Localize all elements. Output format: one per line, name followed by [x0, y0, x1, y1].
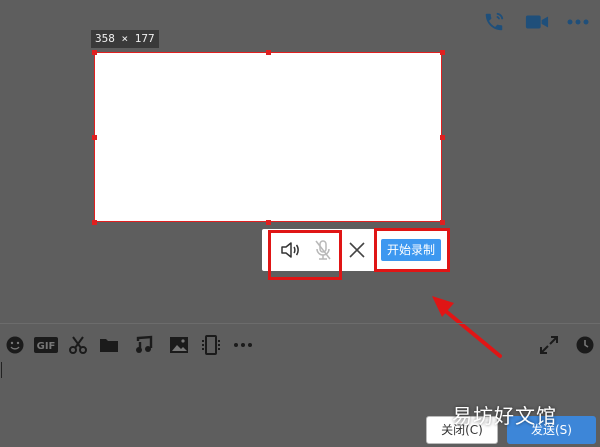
- music-note-icon[interactable]: [133, 334, 155, 356]
- video-camera-icon[interactable]: [524, 10, 550, 34]
- resize-handle[interactable]: [266, 50, 271, 55]
- gif-icon[interactable]: GIF: [34, 334, 58, 356]
- expand-icon[interactable]: [538, 334, 560, 356]
- watermark: 易坊好文馆: [452, 404, 557, 428]
- red-arrow-annotation: [432, 296, 502, 358]
- emoji-icon[interactable]: [4, 334, 26, 356]
- capture-region[interactable]: [94, 52, 442, 222]
- image-icon[interactable]: [168, 334, 190, 356]
- folder-icon[interactable]: [98, 334, 120, 356]
- resize-handle[interactable]: [440, 135, 445, 140]
- resize-handle[interactable]: [92, 50, 97, 55]
- resize-handle[interactable]: [440, 50, 445, 55]
- svg-text:GIF: GIF: [37, 341, 56, 352]
- capture-size-label: 358 × 177: [91, 30, 159, 48]
- resize-handle[interactable]: [92, 220, 97, 225]
- resize-handle[interactable]: [266, 220, 271, 225]
- history-clock-icon[interactable]: [574, 334, 596, 356]
- toolbar-divider: [0, 323, 600, 324]
- screen-record-icon[interactable]: [200, 334, 222, 356]
- start-recording-highlight: [374, 228, 450, 272]
- more-icon[interactable]: [565, 10, 591, 34]
- phone-icon[interactable]: [481, 10, 507, 34]
- resize-handle[interactable]: [92, 135, 97, 140]
- audio-controls-highlight: [268, 230, 342, 280]
- resize-handle[interactable]: [440, 220, 445, 225]
- close-icon[interactable]: [348, 241, 366, 259]
- text-input-caret[interactable]: [1, 362, 2, 378]
- scissors-icon[interactable]: [67, 334, 89, 356]
- more-icon[interactable]: [232, 334, 254, 356]
